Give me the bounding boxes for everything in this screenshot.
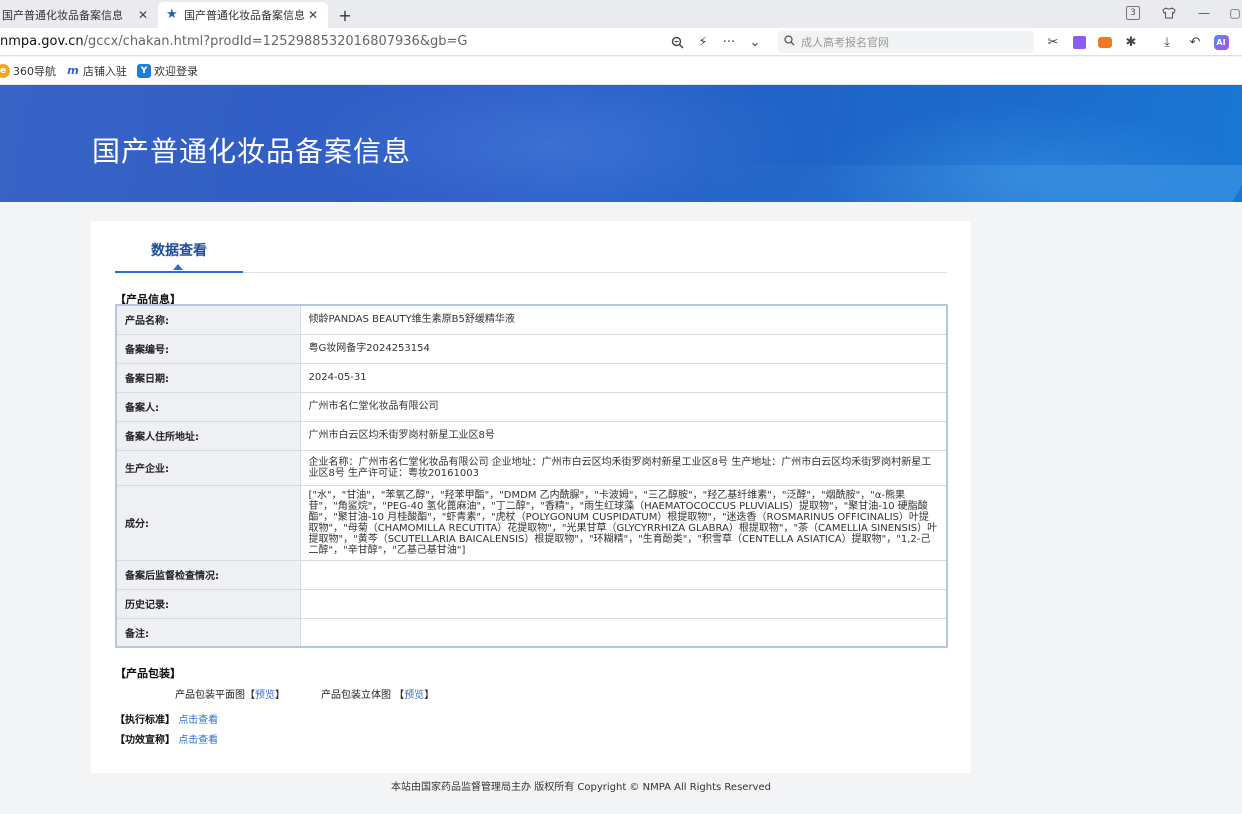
efficacy-label: 【功效宣称】 — [115, 735, 175, 746]
page-footer: 本站由国家药品监督管理局主办 版权所有 Copyright © NMPA All… — [0, 778, 1062, 793]
page-title: 国产普通化妆品备案信息 — [92, 135, 412, 168]
section-title-packaging: 【产品包装】 — [115, 667, 181, 680]
field-label: 备案编号: — [115, 333, 301, 364]
lightning-icon[interactable]: ⚡ — [694, 33, 712, 51]
restore-icon[interactable]: ▢ — [1228, 4, 1242, 22]
efficacy-row: 【功效宣称】 点击查看 — [115, 731, 218, 746]
table-row: 备案编号: 粤G妆网备字2024253154 — [115, 333, 948, 364]
more-icon[interactable]: ··· — [720, 33, 738, 51]
bookmark-login[interactable]: Y 欢迎登录 — [137, 63, 198, 79]
browser-tab-bar: 国产普通化妆品备案信息 ✕ ★ 国产普通化妆品备案信息 ✕ + — [0, 0, 1242, 28]
search-input[interactable]: 成人高考报名官网 — [778, 31, 1034, 53]
undo-icon[interactable]: ↶ — [1186, 33, 1204, 51]
tab-title: 国产普通化妆品备案信息 — [2, 9, 123, 22]
chevron-down-icon[interactable]: ⌄ — [746, 33, 764, 51]
standard-view-link[interactable]: 点击查看 — [178, 715, 218, 726]
bookmarks-bar: e 360导航 m 店铺入驻 Y 欢迎登录 — [0, 57, 1242, 85]
skin-icon[interactable] — [1160, 4, 1178, 22]
shop-icon: m — [66, 63, 80, 78]
standard-row: 【执行标准】 点击查看 — [115, 711, 218, 726]
bookmark-360[interactable]: e 360导航 — [0, 63, 56, 79]
url-field[interactable]: nmpa.gov.cn/gccx/chakan.html?prodId=1252… — [0, 34, 467, 49]
star-icon: ★ — [166, 7, 178, 22]
package-flat-preview-link[interactable]: 预览 — [255, 690, 275, 701]
field-label: 成分: — [115, 484, 301, 561]
tab-count-badge[interactable]: 3 — [1126, 6, 1140, 20]
ai-icon[interactable]: AI — [1212, 33, 1230, 51]
bookmark-shop[interactable]: m 店铺入驻 — [66, 63, 127, 79]
ai-label: AI — [1213, 34, 1229, 50]
field-label: 备案日期: — [115, 362, 301, 393]
field-value — [299, 588, 948, 619]
field-value: 企业名称：广州市名仁堂化妆品有限公司 企业地址：广州市白云区均禾街罗岗村新星工业… — [299, 449, 948, 486]
new-tab-button[interactable]: + — [332, 2, 358, 28]
field-label: 备案后监督检查情况: — [115, 559, 301, 590]
bookmark-label: 店铺入驻 — [83, 64, 127, 78]
package-solid-row: 产品包装立体图 【预览】 — [321, 690, 435, 701]
field-label: 备案人: — [115, 391, 301, 422]
product-info-table: 产品名称: 倾龄PANDAS BEAUTY维生素原B5舒缓精华液 备案编号: 粤G妆网… — [115, 304, 948, 648]
table-row: 成分: ["水"，"甘油"，"苯氧乙醇"，"羟苯甲酯"，"DMDM 乙内酰脲"，"… — [115, 484, 948, 561]
tab-header: 数据查看 — [115, 221, 947, 273]
table-row: 备案日期: 2024-05-31 — [115, 362, 948, 393]
field-value: 粤G妆网备字2024253154 — [299, 333, 948, 364]
field-label: 历史记录: — [115, 588, 301, 619]
bookmark-label: 欢迎登录 — [154, 64, 198, 78]
field-value: 广州市名仁堂化妆品有限公司 — [299, 391, 948, 422]
zoom-icon[interactable] — [668, 33, 686, 51]
url-host: nmpa.gov.cn — [0, 34, 84, 49]
field-label: 产品名称: — [115, 304, 301, 335]
download-icon[interactable]: ⤓ — [1158, 33, 1176, 51]
table-row: 备案后监督检查情况: — [115, 559, 948, 590]
login-icon: Y — [137, 63, 151, 78]
field-value: 倾龄PANDAS BEAUTY维生素原B5舒缓精华液 — [299, 304, 948, 335]
table-row: 生产企业: 企业名称：广州市名仁堂化妆品有限公司 企业地址：广州市白云区均禾街罗岗… — [115, 449, 948, 486]
standard-label: 【执行标准】 — [115, 715, 175, 726]
field-value: 广州市白云区均禾街罗岗村新星工业区8号 — [299, 420, 948, 451]
address-bar: nmpa.gov.cn/gccx/chakan.html?prodId=1252… — [0, 28, 1242, 56]
translate-icon[interactable] — [1070, 33, 1088, 51]
browser-tab-1[interactable]: 国产普通化妆品备案信息 ✕ — [0, 2, 158, 28]
scissors-icon[interactable]: ✂ — [1044, 33, 1062, 51]
page-banner: 国产普通化妆品备案信息 — [0, 85, 1242, 202]
tab-title: 国产普通化妆品备案信息 — [184, 9, 305, 22]
360-icon: e — [0, 63, 10, 78]
close-icon[interactable]: ✕ — [136, 8, 150, 22]
package-solid-label: 产品包装立体图 — [321, 690, 391, 701]
package-flat-row: 产品包装平面图【预览】 — [175, 690, 285, 701]
field-label: 备案人住所地址: — [115, 420, 301, 451]
browser-tab-2[interactable]: ★ 国产普通化妆品备案信息 ✕ — [158, 2, 328, 28]
field-value: ["水"，"甘油"，"苯氧乙醇"，"羟苯甲酯"，"DMDM 乙内酰脲"，"卡波姆… — [299, 484, 948, 561]
table-row: 产品名称: 倾龄PANDAS BEAUTY维生素原B5舒缓精华液 — [115, 304, 948, 335]
search-icon — [784, 35, 795, 49]
search-placeholder: 成人高考报名官网 — [801, 36, 889, 49]
content-card: 数据查看 【产品信息】 产品名称: 倾龄PANDAS BEAUTY维生素原B5舒缓… — [91, 221, 971, 773]
efficacy-view-link[interactable]: 点击查看 — [178, 735, 218, 746]
table-row: 备案人住所地址: 广州市白云区均禾街罗岗村新星工业区8号 — [115, 420, 948, 451]
footer-copyright: 本站由国家药品监督管理局主办 版权所有 Copyright © NMPA All… — [391, 782, 771, 793]
package-flat-label: 产品包装平面图 — [175, 690, 245, 701]
table-row: 历史记录: — [115, 588, 948, 619]
banner-decoration — [688, 165, 1242, 202]
url-path: /gccx/chakan.html?prodId=125298853201680… — [83, 34, 468, 49]
field-value: 2024-05-31 — [299, 362, 948, 393]
field-label: 备注: — [115, 617, 301, 648]
extension-icon[interactable]: ✱ — [1122, 33, 1140, 51]
caret-up-icon — [173, 264, 183, 270]
table-row: 备注: — [115, 617, 948, 648]
close-icon[interactable]: ✕ — [306, 8, 320, 22]
bookmark-label: 360导航 — [13, 64, 56, 78]
game-icon[interactable] — [1096, 33, 1114, 51]
package-solid-preview-link[interactable]: 预览 — [404, 690, 424, 701]
table-row: 备案人: 广州市名仁堂化妆品有限公司 — [115, 391, 948, 422]
minimize-icon[interactable]: — — [1196, 4, 1212, 22]
field-value — [299, 617, 948, 648]
field-value — [299, 559, 948, 590]
field-label: 生产企业: — [115, 449, 301, 486]
